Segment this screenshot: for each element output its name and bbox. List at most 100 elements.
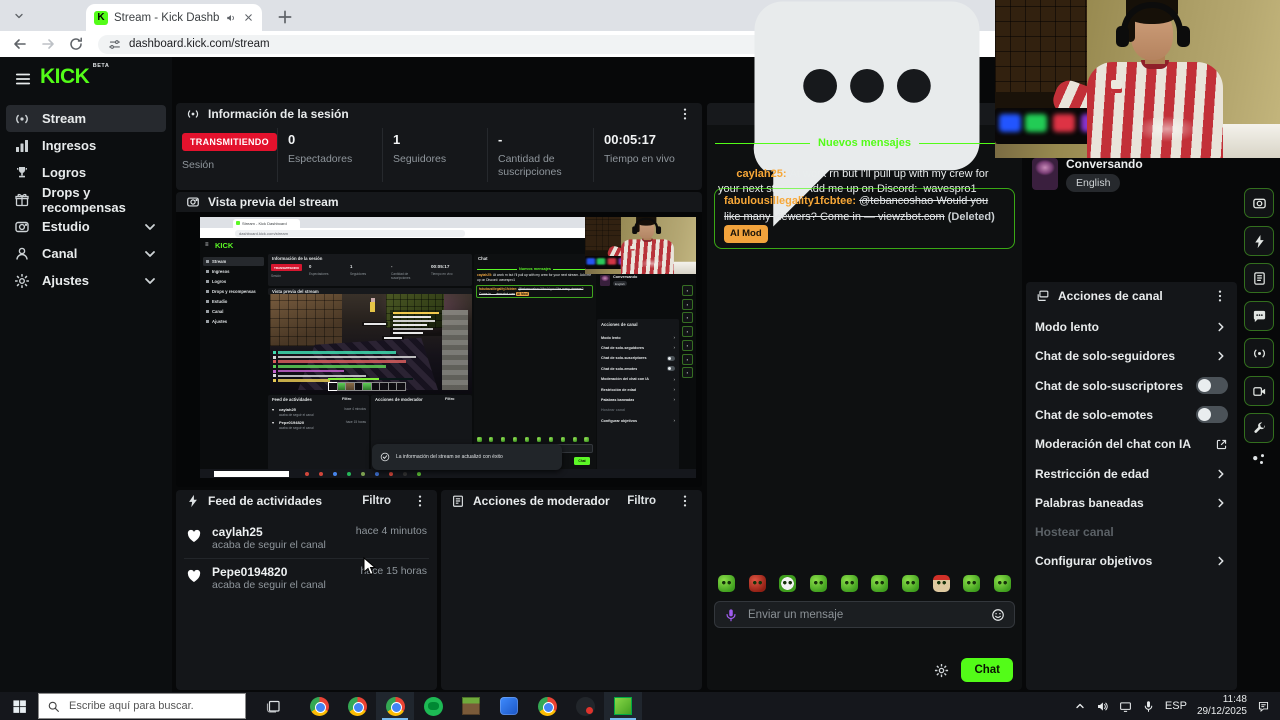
quick-notes-button[interactable] — [1244, 263, 1274, 293]
taskbar-app-minecraft-green[interactable] — [604, 692, 642, 720]
mini-sidebar-item: Stream — [203, 257, 264, 266]
emote-rage-icon[interactable] — [748, 575, 766, 592]
emoji-picker-icon[interactable] — [991, 608, 1005, 622]
taskbar-app-spotify[interactable] — [414, 692, 452, 720]
sidebar-item-ajustes[interactable]: Ajustes — [6, 267, 166, 294]
emote-happy-icon[interactable] — [871, 575, 889, 592]
tab-search-button[interactable] — [8, 7, 30, 25]
taskbar-search[interactable] — [38, 693, 246, 719]
chevron-up-icon[interactable] — [1074, 700, 1086, 712]
sidebar-item-logros[interactable]: Logros — [6, 159, 166, 186]
sidebar-item-ingresos[interactable]: Ingresos — [6, 132, 166, 159]
taskbar-app-chrome[interactable] — [528, 692, 566, 720]
channel-action-chat-de-solo-seguidores[interactable]: Chat de solo-seguidores — [1035, 345, 1228, 367]
mini-taskbar-app — [375, 471, 379, 476]
sidebar-item-stream[interactable]: Stream — [6, 105, 166, 132]
activity-filter-button[interactable]: Filtro — [362, 495, 391, 507]
new-tab-button[interactable] — [276, 8, 294, 26]
taskbar-app-chrome[interactable] — [376, 692, 414, 720]
emote-clown-icon[interactable] — [779, 575, 797, 592]
dots-cluster-icon[interactable] — [1249, 450, 1269, 470]
moderator-filter-button[interactable]: Filtro — [627, 495, 656, 507]
toggle-switch[interactable] — [1196, 406, 1228, 424]
quick-wrench-button[interactable] — [1244, 413, 1274, 443]
taskbar-app-chrome[interactable] — [300, 692, 338, 720]
search-icon — [47, 700, 60, 713]
emote-love-icon[interactable] — [993, 575, 1011, 592]
taskbar-app-blue-app[interactable] — [490, 692, 528, 720]
channel-action-configurar-objetivos[interactable]: Configurar objetivos — [1035, 550, 1228, 572]
language-indicator[interactable]: ESP — [1165, 700, 1187, 712]
kebab-menu-icon[interactable] — [678, 107, 692, 121]
taskbar-app-chrome[interactable] — [338, 692, 376, 720]
channel-action-palabras-baneadas[interactable]: Palabras baneadas — [1035, 492, 1228, 514]
channel-action-chat-de-solo-emotes[interactable]: Chat de solo-emotes — [1035, 404, 1228, 426]
quick-clips-button[interactable] — [1244, 376, 1274, 406]
quick-lightning-button[interactable] — [1244, 226, 1274, 256]
lightning-icon — [186, 494, 200, 508]
chat-panel: Chat Nuevos mensajes caylah25: At work r… — [707, 1, 1052, 690]
quick-broadcast-button[interactable] — [1244, 338, 1274, 368]
category-thumbnail[interactable] — [1032, 158, 1058, 190]
sidebar-item-canal[interactable]: Canal — [6, 240, 166, 267]
webcam-scene — [995, 0, 1280, 158]
forward-button[interactable] — [40, 36, 56, 52]
sidebar-item-estudio[interactable]: Estudio — [6, 213, 166, 240]
emote-monkey-fez-icon[interactable] — [932, 575, 950, 592]
tray-mic-icon[interactable] — [1142, 700, 1155, 713]
browser-tab[interactable]: K Stream - Kick Dashboard — [86, 4, 262, 31]
toggle-switch[interactable] — [1196, 377, 1228, 395]
quick-chat-button[interactable] — [1244, 301, 1274, 331]
emote-grin-icon[interactable] — [901, 575, 919, 592]
windows-logo-icon — [12, 699, 27, 714]
notification-icon[interactable] — [1257, 700, 1270, 713]
send-chat-button[interactable]: Chat — [961, 658, 1013, 682]
channel-action-chat-de-solo-suscriptores[interactable]: Chat de solo-suscriptores — [1035, 375, 1228, 397]
kebab-menu-icon[interactable] — [413, 494, 427, 508]
kick-logo[interactable]: KICK BETA — [40, 63, 109, 89]
mini-channel-actions: Acciones de canal Modo lento › Chat de sol… — [597, 319, 679, 470]
emote-smug-icon[interactable] — [809, 575, 827, 592]
channel-action-moderacion-del-chat-con-ia[interactable]: Moderación del chat con IA — [1035, 433, 1228, 455]
emote-raptor-icon[interactable] — [840, 575, 858, 592]
category-language-tag: English — [1066, 174, 1121, 192]
back-button[interactable] — [12, 36, 28, 52]
kebab-menu-icon[interactable] — [1213, 289, 1227, 303]
clock[interactable]: 11:48 29/12/2025 — [1197, 694, 1247, 718]
reload-button[interactable] — [68, 36, 84, 52]
taskbar-app-dark-app[interactable] — [566, 692, 604, 720]
preview-panel-title: Vista previa del stream — [208, 195, 339, 209]
activity-user: caylah25 — [212, 525, 263, 539]
speaker-icon[interactable] — [1096, 700, 1109, 713]
mini-taskbar-app — [347, 471, 351, 476]
sidebar-item-drops-y-recompensas[interactable]: Drops y recompensas — [6, 185, 166, 215]
channel-action-modo-lento[interactable]: Modo lento — [1035, 316, 1228, 338]
activity-user: Pepe0194820 — [212, 565, 288, 579]
menu-icon[interactable] — [14, 70, 32, 88]
camera-icon — [186, 195, 200, 209]
session-label: Sesión — [182, 159, 215, 171]
channel-action-restriccion-de-edad[interactable]: Restricción de edad — [1035, 463, 1228, 485]
minecraft-icon — [462, 697, 480, 715]
start-button[interactable] — [0, 692, 38, 720]
taskbar-search-input[interactable] — [67, 699, 237, 713]
url-text: dashboard.kick.com/stream — [129, 38, 270, 50]
windows-taskbar: ESP 11:48 29/12/2025 — [0, 692, 1280, 720]
kebab-menu-icon[interactable] — [678, 494, 692, 508]
tab-audio-icon[interactable] — [225, 12, 237, 24]
mini-emote — [500, 437, 506, 442]
task-view-button[interactable] — [254, 692, 294, 720]
activity-row: Pepe0194820 acaba de seguir el canal hace … — [184, 558, 429, 592]
tab-close-icon[interactable] — [243, 12, 254, 23]
quick-studio-button[interactable] — [1244, 188, 1274, 218]
network-icon[interactable] — [1119, 700, 1132, 713]
emote-halo-icon[interactable] — [718, 575, 735, 592]
chat-message-deleted: fabulousillegality1fcbtee: @tebancoshao … — [714, 188, 1015, 249]
sidebar-item-label: Estudio — [42, 219, 90, 234]
emote-blush-icon[interactable] — [963, 575, 981, 592]
webcam-scene — [585, 217, 696, 274]
chat-input[interactable] — [746, 607, 983, 622]
taskbar-app-minecraft[interactable] — [452, 692, 490, 720]
microphone-icon[interactable] — [724, 608, 738, 622]
chat-settings-icon[interactable] — [934, 663, 949, 678]
